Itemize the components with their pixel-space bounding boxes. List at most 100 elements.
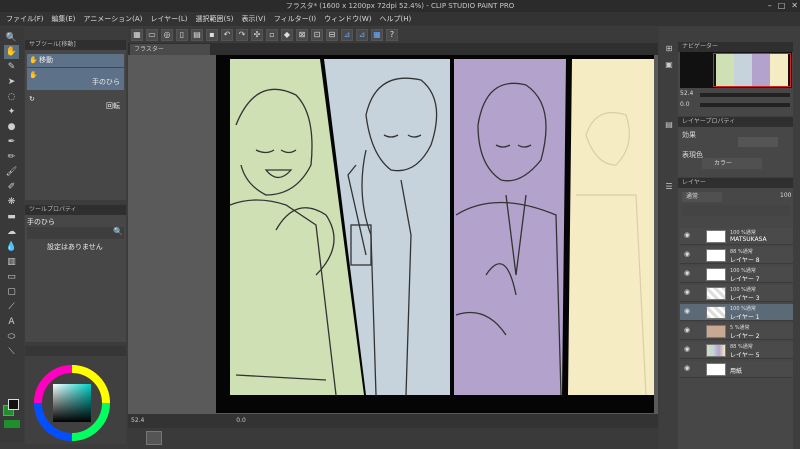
effect-buttons[interactable] [738,137,778,147]
nav-zoom-slider[interactable] [700,93,790,97]
new-file-icon[interactable]: ▯ [176,29,188,41]
visibility-eye-icon[interactable]: ◉ [684,250,690,258]
undo-icon[interactable]: ↶ [221,29,233,41]
layer-thumbnail [706,344,726,357]
pencil-icon[interactable]: ✏ [4,150,19,164]
monitor-icon[interactable]: ▭ [146,29,158,41]
layer-row[interactable]: ◉ 100 %通常 MATSUKASA [680,228,793,245]
subtool-item-hand[interactable]: ✋ 手のひら [27,68,124,90]
layer-row[interactable]: ◉ 100 %通常 レイヤー 1 [680,304,793,321]
wand-icon[interactable]: ✦ [4,105,19,119]
visibility-eye-icon[interactable]: ◉ [684,231,690,239]
layer-thumbnail [706,230,726,243]
transform-icon[interactable]: ✣ [251,29,263,41]
special-ruler-icon[interactable]: ⊿ [356,29,368,41]
ruler-icon[interactable]: ⟋ [4,300,19,314]
eraser-icon[interactable]: ▬ [4,210,19,224]
fill-icon[interactable]: ◆ [281,29,293,41]
visibility-eye-icon[interactable]: ◉ [684,307,690,315]
angle-readout[interactable]: 0.0 [236,417,246,424]
bucket-icon[interactable]: 💧 [4,240,19,254]
menu-help[interactable]: ヘルプ(H) [379,14,411,24]
nav-zoom-readout[interactable]: 52.4 [680,90,693,97]
artwork-canvas[interactable] [216,55,654,413]
menu-window[interactable]: ウィンドウ(W) [324,14,371,24]
menu-selection[interactable]: 選択範囲(S) [196,14,234,24]
tool-property-panel: ツールプロパティ 手のひら 🔍 設定はありません [25,205,126,342]
maximize-button[interactable]: □ [778,0,786,12]
subtool-item-rotate[interactable]: ↻ 回転 [27,92,124,114]
brush-icon[interactable]: 🖌 [4,165,19,179]
visibility-eye-icon[interactable]: ◉ [684,364,690,372]
help-icon[interactable]: ? [386,29,398,41]
gradient-icon[interactable]: ▥ [4,255,19,269]
airbrush-icon[interactable]: ✐ [4,180,19,194]
layer-row[interactable]: ◉ 5 %通常 レイヤー 2 [680,323,793,340]
eyedropper-icon[interactable]: ✎ [4,60,19,74]
blend-icon[interactable]: ☁ [4,225,19,239]
layer-name: レイヤー 2 [730,333,760,340]
main-color-swatch[interactable] [8,399,19,410]
frame-icon[interactable]: ▢ [4,285,19,299]
navigator-thumbnail[interactable] [680,52,792,88]
crop-icon[interactable]: ⊡ [311,29,323,41]
menu-edit[interactable]: 編集(E) [52,14,76,24]
opacity-readout[interactable]: 100 [780,192,791,199]
visibility-eye-icon[interactable]: ◉ [684,269,690,277]
balloon-icon[interactable]: ⬭ [4,330,19,344]
visibility-eye-icon[interactable]: ◉ [684,326,690,334]
sub-view-icon[interactable]: ▣ [662,60,676,74]
figure-icon[interactable]: ▭ [4,270,19,284]
nav-angle-readout[interactable]: 0.0 [680,101,690,108]
toolprop-tool-name: 手のひら [27,218,55,226]
menu-animation[interactable]: アニメーション(A) [83,14,142,24]
navigator-tab-icon[interactable]: ⊞ [662,44,676,58]
decoration-icon[interactable]: ❋ [4,195,19,209]
deselect-icon[interactable]: ⊠ [296,29,308,41]
menu-file[interactable]: ファイル(F) [6,14,44,24]
layer-row[interactable]: ◉ 100 %通常 レイヤー 7 [680,266,793,283]
text-icon[interactable]: A [4,315,19,329]
layer-row[interactable]: ◉ 100 %通常 レイヤー 3 [680,285,793,302]
subtool-group-move[interactable]: ✋ 移動 [27,54,124,67]
visibility-eye-icon[interactable]: ◉ [684,288,690,296]
layer-tab-icon[interactable]: ☰ [662,182,676,196]
layer-thumbnail-icon[interactable] [146,431,162,445]
minimize-button[interactable]: – [768,0,772,12]
correct-line-icon[interactable]: ⟍ [4,345,19,359]
hand-icon[interactable]: ✋ [4,45,19,59]
menu-filter[interactable]: フィルター(I) [274,14,316,24]
menu-layer[interactable]: レイヤー(L) [150,14,187,24]
zoom-readout[interactable]: 52.4 [131,417,144,424]
lasso-icon[interactable]: ◌ [4,90,19,104]
express-color-select[interactable]: カラー [702,158,762,169]
transparent-color-swatch[interactable] [4,420,20,428]
visibility-eye-icon[interactable]: ◉ [684,345,690,353]
layer-thumbnail [706,325,726,338]
close-button[interactable]: ✕ [791,0,798,12]
canvas-tab[interactable]: フラスター [130,44,210,55]
layer-row[interactable]: ◉ 88 %通常 レイヤー 5 [680,342,793,359]
blend-mode-select[interactable]: 通常 [682,192,722,202]
dot-icon[interactable]: ● [4,120,19,134]
nav-angle-slider[interactable] [700,103,790,107]
spiral-icon[interactable]: ◎ [161,29,173,41]
grid-snap-icon[interactable]: ▦ [371,29,383,41]
clear-icon[interactable]: ▫ [266,29,278,41]
layer-row[interactable]: ◉ 88 %通常 レイヤー 8 [680,247,793,264]
invert-icon[interactable]: ⊟ [326,29,338,41]
layer-toolbar[interactable] [682,205,790,216]
menu-view[interactable]: 表示(V) [241,14,265,24]
layer-property-tab-icon[interactable]: ▤ [662,120,676,134]
pen-icon[interactable]: ✒ [4,135,19,149]
grid-icon[interactable]: ▦ [131,29,143,41]
open-file-icon[interactable]: ▤ [191,29,203,41]
object-icon[interactable]: ➤ [4,75,19,89]
layer-row[interactable]: ◉ 用紙 [680,361,793,378]
search-icon[interactable]: 🔍 [113,227,123,236]
save-icon[interactable]: ▪ [206,29,218,41]
redo-icon[interactable]: ↷ [236,29,248,41]
ruler-snap-icon[interactable]: ⊿ [341,29,353,41]
zoom-icon[interactable]: 🔍 [4,31,19,45]
color-wheel[interactable] [33,364,111,442]
